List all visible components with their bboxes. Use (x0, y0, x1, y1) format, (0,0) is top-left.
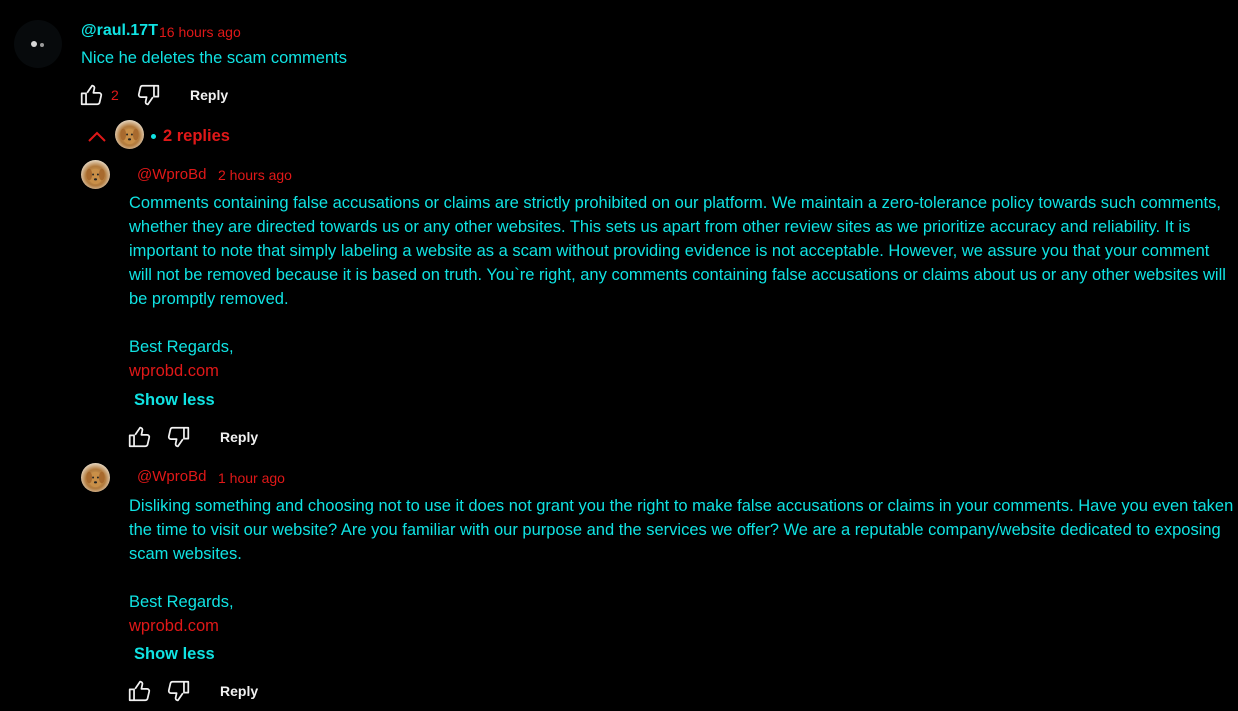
dislike-button[interactable] (135, 82, 161, 108)
thumbs-up-icon (80, 84, 103, 106)
show-less-button[interactable]: Show less (134, 391, 215, 410)
comment-author[interactable]: @raul.17T (81, 22, 158, 40)
thumbs-down-icon (167, 426, 190, 448)
like-count: 2 (111, 87, 119, 103)
thumbs-up-icon (128, 680, 151, 702)
reply-timestamp[interactable]: 2 hours ago (218, 167, 292, 183)
reply-author[interactable]: @WproBd (137, 166, 206, 183)
dog-avatar-icon (86, 168, 105, 185)
avatar-icon (31, 41, 44, 47)
like-button[interactable] (127, 678, 153, 704)
thumbs-down-icon (137, 84, 160, 106)
reply-sign-off: Best Regards, (129, 593, 234, 611)
replier-avatar (115, 120, 144, 149)
dislike-button[interactable] (165, 678, 191, 704)
comment-timestamp[interactable]: 16 hours ago (159, 24, 241, 40)
reply-button[interactable]: Reply (220, 683, 258, 699)
avatar[interactable] (81, 463, 110, 492)
show-less-button[interactable]: Show less (134, 645, 215, 664)
dislike-button[interactable] (165, 424, 191, 450)
avatar[interactable] (14, 20, 62, 68)
reply-text: Comments containing false accusations or… (129, 194, 1226, 308)
reply-timestamp[interactable]: 1 hour ago (218, 470, 285, 486)
reply-button[interactable]: Reply (220, 429, 258, 445)
reply-button[interactable]: Reply (190, 87, 228, 103)
avatar[interactable] (81, 160, 110, 189)
reply-text: Disliking something and choosing not to … (129, 497, 1234, 563)
website-link[interactable]: wprobd.com (129, 362, 219, 381)
reply-sign-off: Best Regards, (129, 338, 234, 356)
collapse-replies-button[interactable] (86, 128, 108, 146)
separator-dot (151, 134, 156, 139)
website-link[interactable]: wprobd.com (129, 617, 219, 636)
like-button[interactable] (127, 424, 153, 450)
reply-author[interactable]: @WproBd (137, 468, 206, 485)
chevron-up-icon (88, 131, 106, 142)
thumbs-up-icon (128, 426, 151, 448)
thumbs-down-icon (167, 680, 190, 702)
comment-text: Nice he deletes the scam comments (81, 49, 347, 67)
replies-toggle[interactable]: 2 replies (163, 127, 230, 146)
like-button[interactable] (79, 82, 105, 108)
dog-avatar-icon (86, 471, 105, 488)
dog-avatar-icon (120, 128, 139, 145)
comments-section: @raul.17T 16 hours ago Nice he deletes t… (0, 0, 1238, 711)
